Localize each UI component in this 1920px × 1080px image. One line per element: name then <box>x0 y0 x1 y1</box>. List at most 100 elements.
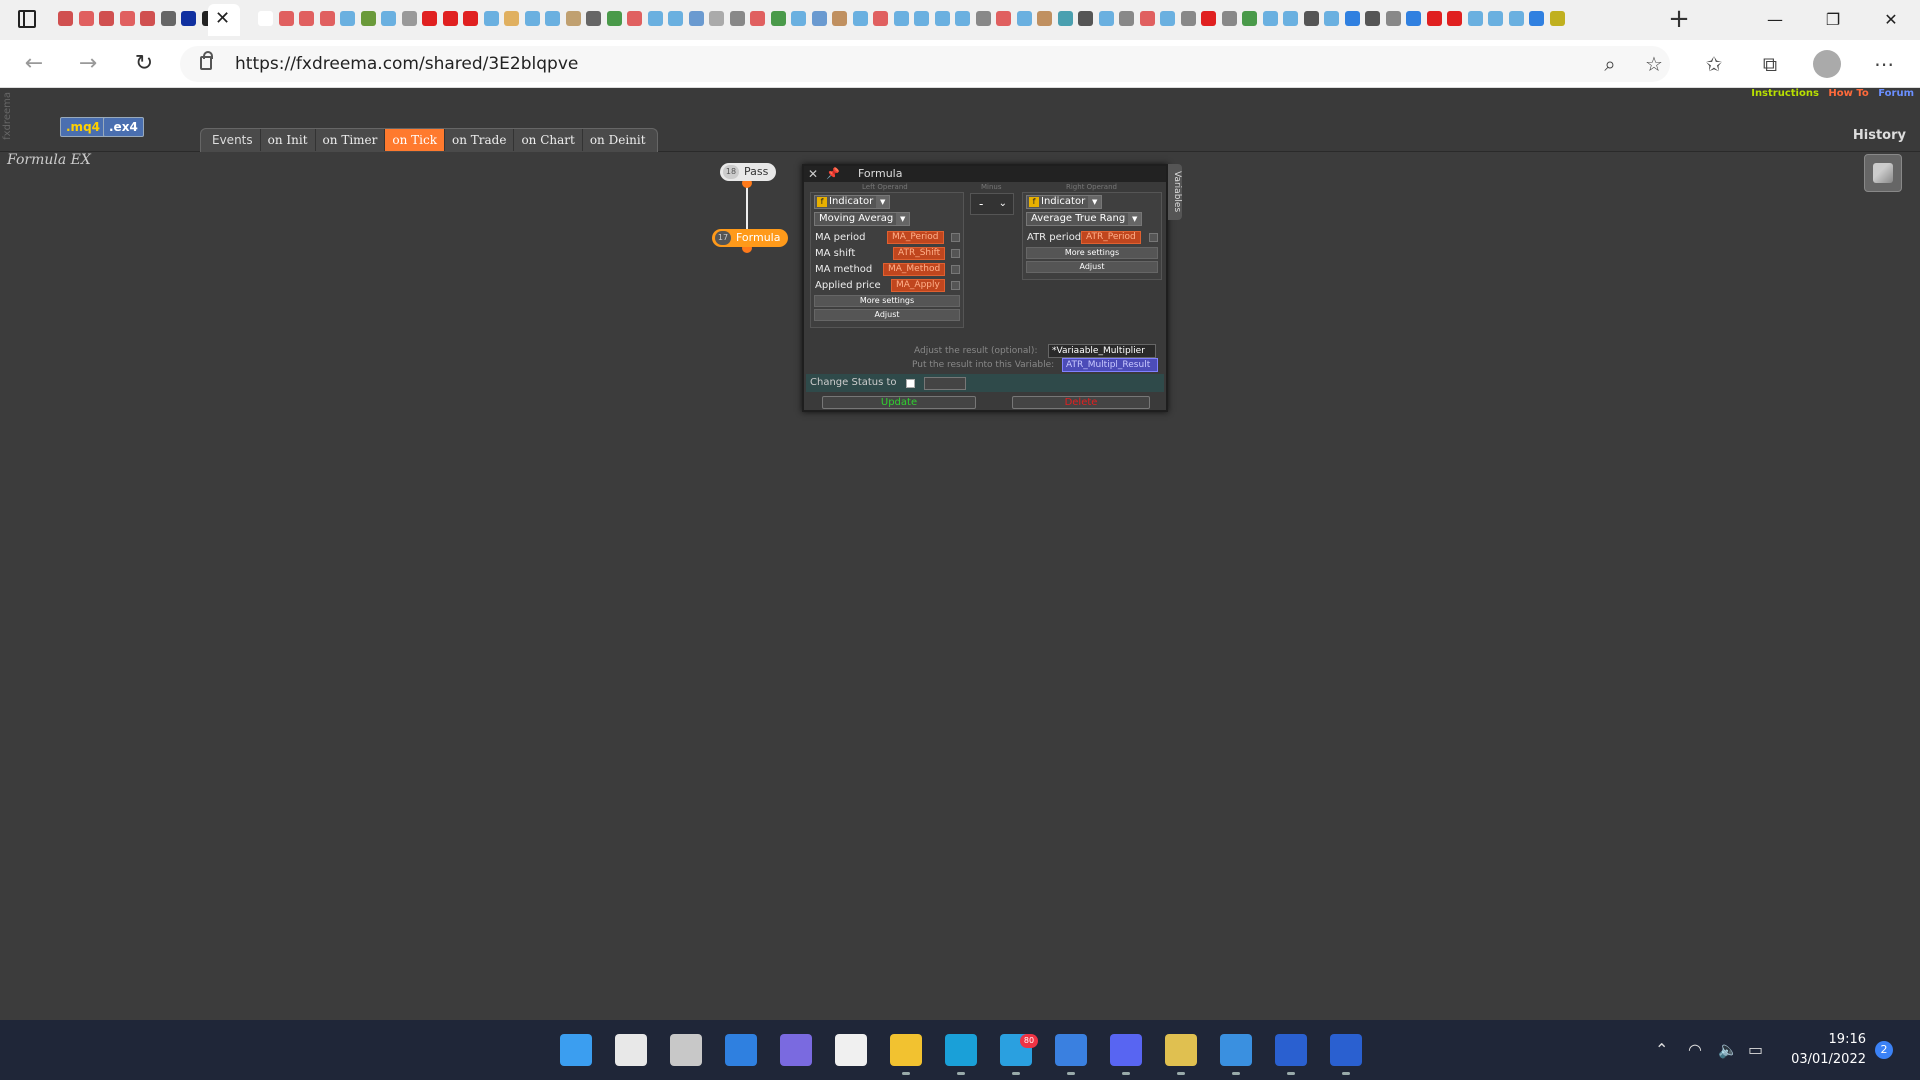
change-status-checkbox[interactable] <box>906 379 915 388</box>
browser-tab[interactable] <box>77 8 95 30</box>
chevron-up-icon[interactable]: ⌃ <box>1655 1040 1668 1059</box>
browser-tab[interactable] <box>1507 8 1525 30</box>
dev-tool-2-icon[interactable] <box>1330 1034 1362 1066</box>
browser-tab[interactable] <box>138 8 156 30</box>
adjust-button[interactable]: Adjust <box>814 309 960 321</box>
browser-tab[interactable] <box>666 8 684 30</box>
tool-icon[interactable] <box>1864 154 1902 192</box>
browser-tab[interactable] <box>1527 8 1545 30</box>
browser-tab[interactable] <box>179 8 197 30</box>
tab-on-tick[interactable]: on Tick <box>385 129 445 151</box>
adjust-result-input[interactable]: *Variaable_Multiplier <box>1048 344 1156 358</box>
chevron-down-icon[interactable]: ⌄ <box>999 194 1007 214</box>
param-checkbox[interactable] <box>1149 233 1158 242</box>
browser-tab[interactable] <box>912 8 930 30</box>
pen-app-icon[interactable] <box>835 1034 867 1066</box>
url-text[interactable]: https://fxdreema.com/shared/3E2blqpve <box>235 54 578 74</box>
avatar[interactable] <box>1813 50 1841 78</box>
browser-tab[interactable] <box>1425 8 1443 30</box>
browser-tab[interactable] <box>646 8 664 30</box>
notification-badge[interactable]: 2 <box>1875 1041 1893 1059</box>
more-settings-button[interactable]: More settings <box>814 295 960 307</box>
browser-tab[interactable] <box>1281 8 1299 30</box>
collections-icon[interactable]: ⧉ <box>1756 50 1784 78</box>
tab-on-init[interactable]: on Init <box>261 129 316 151</box>
update-button[interactable]: Update <box>822 396 976 409</box>
browser-tab[interactable] <box>441 8 459 30</box>
chevron-down-icon[interactable]: ▼ <box>876 196 890 208</box>
browser-tab[interactable] <box>1179 8 1197 30</box>
browser-tab[interactable] <box>1548 8 1566 30</box>
export-ex4-button[interactable]: .ex4 <box>103 117 144 137</box>
task-view-icon[interactable] <box>670 1034 702 1066</box>
browser-tab[interactable] <box>400 8 418 30</box>
close-icon[interactable]: ✕ <box>808 166 818 182</box>
zoom-icon[interactable]: ⌕ <box>1596 50 1624 78</box>
favorites-add-icon[interactable]: ☆ <box>1640 50 1668 78</box>
notepad-icon[interactable] <box>1220 1034 1252 1066</box>
result-variable-field[interactable]: ATR_Multipl_Result <box>1062 358 1158 372</box>
tab-on-chart[interactable]: on Chart <box>514 129 583 151</box>
browser-tab[interactable] <box>1158 8 1176 30</box>
browser-tab[interactable] <box>933 8 951 30</box>
browser-tab[interactable] <box>1404 8 1422 30</box>
browser-tab[interactable] <box>892 8 910 30</box>
browser-tab[interactable] <box>1015 8 1033 30</box>
reload-button[interactable]: ↻ <box>128 48 160 80</box>
browser-tab[interactable] <box>379 8 397 30</box>
browser-tab[interactable] <box>1322 8 1340 30</box>
start-icon[interactable] <box>560 1034 592 1066</box>
browser-tab[interactable] <box>728 8 746 30</box>
browser-tab[interactable] <box>482 8 500 30</box>
tab-actions-icon[interactable] <box>18 10 36 28</box>
close-icon[interactable]: ✕ <box>215 8 230 29</box>
left-function-select[interactable]: Moving Averag ▼ <box>814 212 911 226</box>
browser-tab[interactable] <box>830 8 848 30</box>
widgets-icon[interactable] <box>725 1034 757 1066</box>
browser-tab[interactable] <box>1486 8 1504 30</box>
browser-tab[interactable] <box>1117 8 1135 30</box>
browser-tab[interactable] <box>1363 8 1381 30</box>
operator-select[interactable]: - ⌄ <box>970 193 1014 215</box>
param-value[interactable]: MA_Period <box>887 231 944 244</box>
browser-tab[interactable] <box>1220 8 1238 30</box>
chevron-down-icon[interactable]: ▼ <box>1088 196 1102 208</box>
instructions-link[interactable]: Instructions <box>1751 88 1819 99</box>
param-value[interactable]: MA_Apply <box>891 279 945 292</box>
history-link[interactable]: History <box>1853 128 1906 143</box>
minimize-button[interactable]: — <box>1752 6 1798 34</box>
browser-tab[interactable] <box>851 8 869 30</box>
param-value[interactable]: ATR_Period <box>1081 231 1141 244</box>
trading-app-icon[interactable] <box>1165 1034 1197 1066</box>
chevron-down-icon[interactable]: ▼ <box>896 213 910 225</box>
left-type-select[interactable]: f Indicator ▼ <box>814 195 891 209</box>
more-settings-button[interactable]: More settings <box>1026 247 1158 259</box>
change-status-input[interactable] <box>924 377 966 390</box>
browser-tab[interactable] <box>1035 8 1053 30</box>
teams-chat-icon[interactable] <box>780 1034 812 1066</box>
panel-header[interactable]: ✕ 📌 Formula <box>804 166 1166 182</box>
pin-icon[interactable]: 📌 <box>826 166 840 182</box>
browser-tab[interactable] <box>994 8 1012 30</box>
browser-tab[interactable] <box>318 8 336 30</box>
discord-icon[interactable] <box>1110 1034 1142 1066</box>
window-close-button[interactable]: ✕ <box>1868 6 1914 34</box>
browser-tab[interactable] <box>277 8 295 30</box>
browser-tab[interactable] <box>543 8 561 30</box>
chevron-down-icon[interactable]: ▼ <box>1128 213 1142 225</box>
edge-icon[interactable] <box>945 1034 977 1066</box>
tab-on-timer[interactable]: on Timer <box>316 129 386 151</box>
browser-tab[interactable] <box>297 8 315 30</box>
clock-date[interactable]: 03/01/2022 <box>1790 1052 1866 1067</box>
browser-tab[interactable] <box>1199 8 1217 30</box>
browser-tab[interactable] <box>1343 8 1361 30</box>
browser-tab[interactable] <box>338 8 356 30</box>
browser-tab[interactable] <box>1138 8 1156 30</box>
browser-tab[interactable] <box>256 8 274 30</box>
url-input[interactable]: https://fxdreema.com/shared/3E2blqpve <box>180 46 1670 82</box>
browser-tab[interactable] <box>625 8 643 30</box>
forward-button[interactable]: → <box>72 48 104 80</box>
browser-tab[interactable] <box>1097 8 1115 30</box>
howto-link[interactable]: How To <box>1828 88 1868 99</box>
forum-link[interactable]: Forum <box>1878 88 1914 99</box>
